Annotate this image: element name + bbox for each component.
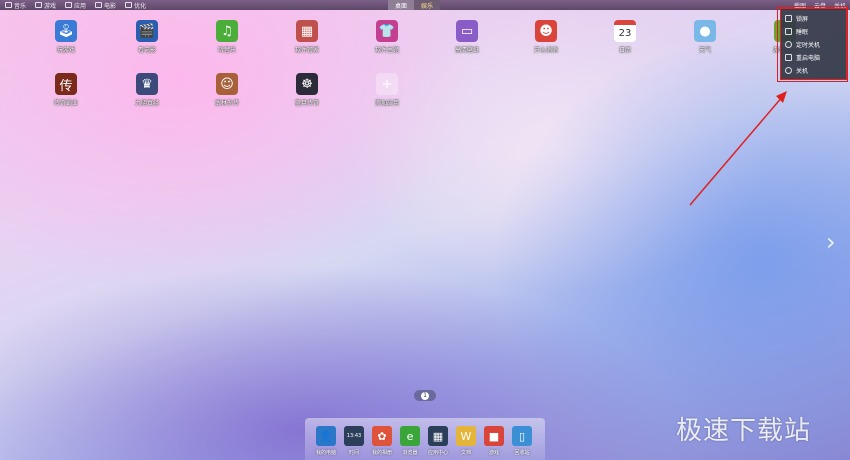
- dock-app-icon: e: [400, 426, 420, 446]
- dock-bar: 👤 我的电脑 13:43 时间 ✿ 我的相册 e 浏览器 ▦ 应用中心 W 文档 ■ 游戏 ▯ 回收站: [305, 418, 545, 460]
- dock-item-label: 浏览器: [402, 450, 418, 456]
- dock-app-icon: W: [456, 426, 476, 446]
- watermark-logo: 极速下载站: [676, 416, 812, 446]
- dock-app-icon: ■: [484, 426, 504, 446]
- next-page-arrow-icon[interactable]: ›: [826, 228, 842, 256]
- dock-app-icon: ▦: [428, 426, 448, 446]
- dock-item-label: 应用中心: [427, 450, 448, 456]
- dock-item-label: 我的相册: [371, 450, 392, 456]
- dock-app-icon: 13:43: [344, 426, 364, 446]
- page-indicator[interactable]: 1: [414, 390, 436, 401]
- dock-item[interactable]: e 浏览器: [399, 426, 421, 456]
- dock-item[interactable]: 👤 我的电脑: [315, 426, 337, 456]
- dock-item-label: 时间: [348, 450, 359, 456]
- dock-item[interactable]: W 文档: [455, 426, 477, 456]
- dock-item[interactable]: ✿ 我的相册: [371, 426, 393, 456]
- dock-item[interactable]: 13:43 时间: [343, 426, 365, 456]
- dock-app-icon: 👤: [316, 426, 336, 446]
- dock-item[interactable]: ▦ 应用中心: [427, 426, 449, 456]
- dock-item[interactable]: ■ 游戏: [483, 426, 505, 456]
- dock-item-label: 文档: [460, 450, 471, 456]
- dock-item-label: 我的电脑: [315, 450, 336, 456]
- dock-item-label: 回收站: [514, 450, 530, 456]
- dock-item[interactable]: ▯ 回收站: [511, 426, 533, 456]
- dock-app-icon: ✿: [372, 426, 392, 446]
- dock-app-icon: ▯: [512, 426, 532, 446]
- dock-item-label: 游戏: [488, 450, 499, 456]
- page-number: 1: [421, 391, 429, 400]
